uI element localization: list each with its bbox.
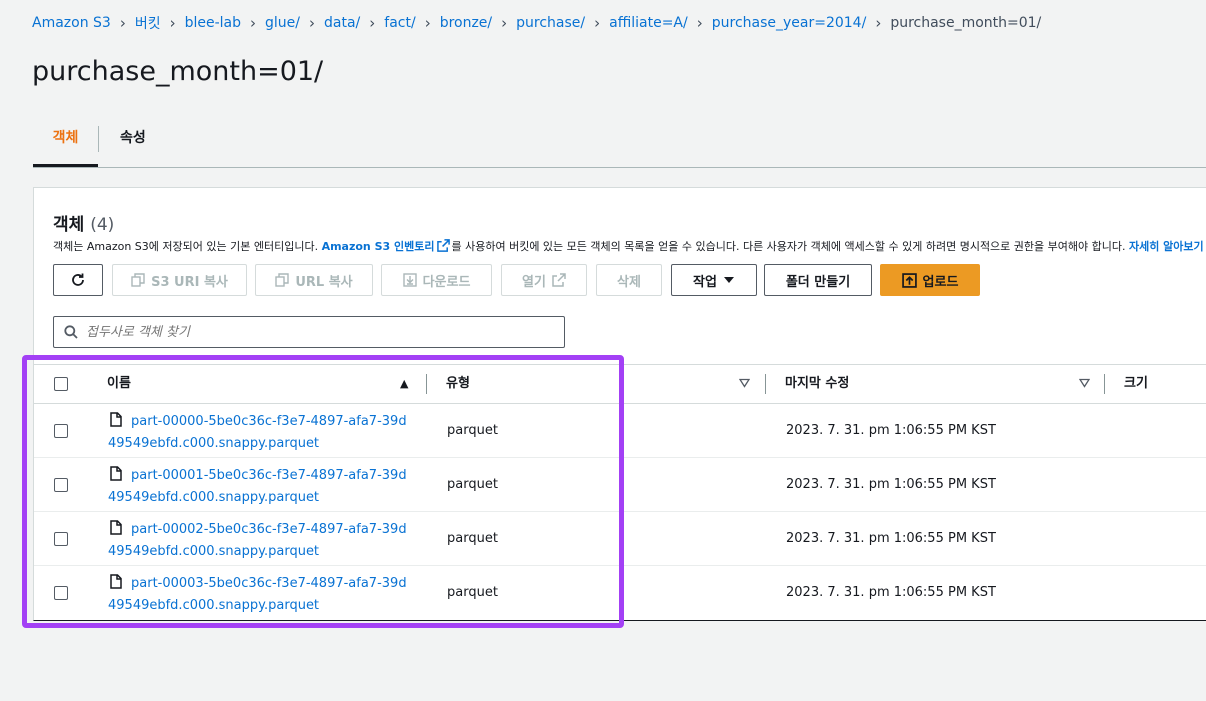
object-last-modified: 2023. 7. 31. pm 1:06:55 PM KST: [786, 423, 996, 438]
table-row: part-00001-5be0c36c-f3e7-4897-afa7-39d49…: [34, 458, 1206, 512]
object-name-link[interactable]: part-00002-5be0c36c-f3e7-4897-afa7-39d49…: [108, 519, 408, 563]
open-button[interactable]: 열기: [501, 264, 587, 296]
create-folder-button[interactable]: 폴더 만들기: [764, 264, 872, 296]
breadcrumb: Amazon S3 › 버킷 › blee-lab › glue/ › data/ › f…: [32, 13, 1041, 33]
page-title: purchase_month=01/: [32, 56, 324, 87]
inventory-link[interactable]: Amazon S3 인벤토리: [322, 240, 435, 253]
object-name-link[interactable]: part-00000-5be0c36c-f3e7-4897-afa7-39d49…: [108, 411, 408, 455]
breadcrumb-amazon-s3[interactable]: Amazon S3: [32, 15, 111, 31]
breadcrumb-buckets[interactable]: 버킷: [135, 13, 161, 33]
column-header-name[interactable]: 이름: [107, 365, 131, 403]
breadcrumb-glue[interactable]: glue/: [265, 15, 300, 31]
table-row: part-00003-5be0c36c-f3e7-4897-afa7-39d49…: [34, 566, 1206, 620]
chevron-right-icon: ›: [875, 14, 882, 32]
chevron-right-icon: ›: [119, 14, 126, 32]
breadcrumb-bucket[interactable]: blee-lab: [185, 15, 241, 31]
objects-panel: 객체 (4) 객체는 Amazon S3에 저장되어 있는 기본 엔터티입니다.…: [33, 187, 1206, 621]
upload-button[interactable]: 업로드: [880, 264, 980, 296]
column-header-type[interactable]: 유형: [446, 365, 470, 403]
copy-s3-uri-button[interactable]: S3 URI 복사: [112, 264, 247, 296]
download-button[interactable]: 다운로드: [381, 264, 492, 296]
breadcrumb-current: purchase_month=01/: [890, 15, 1042, 31]
copy-url-button[interactable]: URL 복사: [255, 264, 373, 296]
object-count: (4): [90, 215, 115, 235]
object-type: parquet: [447, 585, 498, 600]
object-type: parquet: [447, 423, 498, 438]
object-last-modified: 2023. 7. 31. pm 1:06:55 PM KST: [786, 585, 996, 600]
object-type: parquet: [447, 477, 498, 492]
tab-bar: 객체 속성: [33, 118, 1206, 168]
object-last-modified: 2023. 7. 31. pm 1:06:55 PM KST: [786, 477, 996, 492]
upload-label: 업로드: [922, 274, 959, 290]
row-checkbox[interactable]: [54, 586, 68, 600]
refresh-icon: [72, 273, 84, 286]
download-label: 다운로드: [422, 274, 471, 290]
breadcrumb-purchase-year[interactable]: purchase_year=2014/: [712, 15, 867, 31]
tab-properties[interactable]: 속성: [120, 118, 146, 166]
delete-button[interactable]: 삭제: [596, 264, 662, 296]
breadcrumb-fact[interactable]: fact/: [384, 15, 415, 31]
object-last-modified: 2023. 7. 31. pm 1:06:55 PM KST: [786, 531, 996, 546]
panel-description: 객체는 Amazon S3에 저장되어 있는 기본 엔터티입니다. Amazon…: [53, 238, 1204, 254]
chevron-right-icon: ›: [250, 14, 257, 32]
column-header-size[interactable]: 크기: [1124, 365, 1148, 403]
learn-more-link[interactable]: 자세히 알아보기: [1129, 240, 1204, 253]
column-divider[interactable]: [1104, 374, 1105, 394]
row-checkbox[interactable]: [54, 532, 68, 546]
chevron-right-icon: ›: [369, 14, 376, 32]
chevron-right-icon: ›: [501, 14, 508, 32]
copy-icon: [275, 273, 290, 287]
download-icon: [402, 273, 417, 287]
object-name-link[interactable]: part-00001-5be0c36c-f3e7-4897-afa7-39d49…: [108, 465, 408, 509]
delete-label: 삭제: [617, 274, 641, 290]
breadcrumb-data[interactable]: data/: [324, 15, 360, 31]
open-label: 열기: [522, 274, 546, 290]
chevron-right-icon: ›: [696, 14, 703, 32]
table-header: 이름 ▲ 유형 마지막 수정 크기: [34, 364, 1206, 404]
select-all-checkbox[interactable]: [54, 377, 68, 391]
upload-icon: [901, 272, 917, 288]
tab-divider: [98, 126, 99, 152]
breadcrumb-affiliate[interactable]: affiliate=A/: [609, 15, 688, 31]
chevron-right-icon: ›: [309, 14, 315, 32]
search-input[interactable]: [86, 324, 526, 340]
copy-url-label: URL 복사: [295, 274, 353, 290]
desc-text-2: 를 사용하여 버킷에 있는 모든 객체의 목록을 얻을 수 있습니다. 다른 사…: [451, 240, 1129, 253]
desc-text-1: 객체는 Amazon S3에 저장되어 있는 기본 엔터티입니다.: [53, 240, 322, 253]
create-folder-label: 폴더 만들기: [785, 274, 851, 290]
panel-title-text: 객체: [53, 215, 85, 235]
external-link-icon: [552, 273, 566, 287]
copy-s3-uri-label: S3 URI 복사: [151, 274, 228, 290]
table-row: part-00002-5be0c36c-f3e7-4897-afa7-39d49…: [34, 512, 1206, 566]
tab-objects[interactable]: 객체: [33, 118, 98, 167]
sort-ascending-icon[interactable]: ▲: [400, 365, 408, 403]
breadcrumb-bronze[interactable]: bronze/: [440, 15, 492, 31]
actions-label: 작업: [693, 274, 717, 290]
row-checkbox[interactable]: [54, 424, 68, 438]
chevron-right-icon: ›: [169, 14, 176, 32]
column-divider[interactable]: [765, 374, 766, 394]
refresh-button[interactable]: [53, 264, 103, 296]
search-box[interactable]: [53, 316, 565, 348]
column-divider[interactable]: [426, 374, 427, 394]
object-type: parquet: [447, 531, 498, 546]
copy-icon: [131, 273, 145, 287]
actions-button[interactable]: 작업: [671, 264, 757, 296]
sort-icon[interactable]: [739, 378, 750, 388]
search-icon: [64, 325, 78, 339]
chevron-right-icon: ›: [594, 14, 601, 32]
objects-panel-title: 객체 (4): [53, 210, 114, 235]
column-header-last-modified[interactable]: 마지막 수정: [785, 365, 849, 403]
sort-icon[interactable]: [1079, 378, 1090, 388]
row-checkbox[interactable]: [54, 478, 68, 492]
chevron-right-icon: ›: [424, 14, 431, 32]
table-row: part-00000-5be0c36c-f3e7-4897-afa7-39d49…: [34, 404, 1206, 458]
object-name-link[interactable]: part-00003-5be0c36c-f3e7-4897-afa7-39d49…: [108, 573, 408, 617]
caret-down-icon: [723, 277, 734, 283]
external-link-icon: [437, 239, 451, 252]
breadcrumb-purchase[interactable]: purchase/: [516, 15, 585, 31]
